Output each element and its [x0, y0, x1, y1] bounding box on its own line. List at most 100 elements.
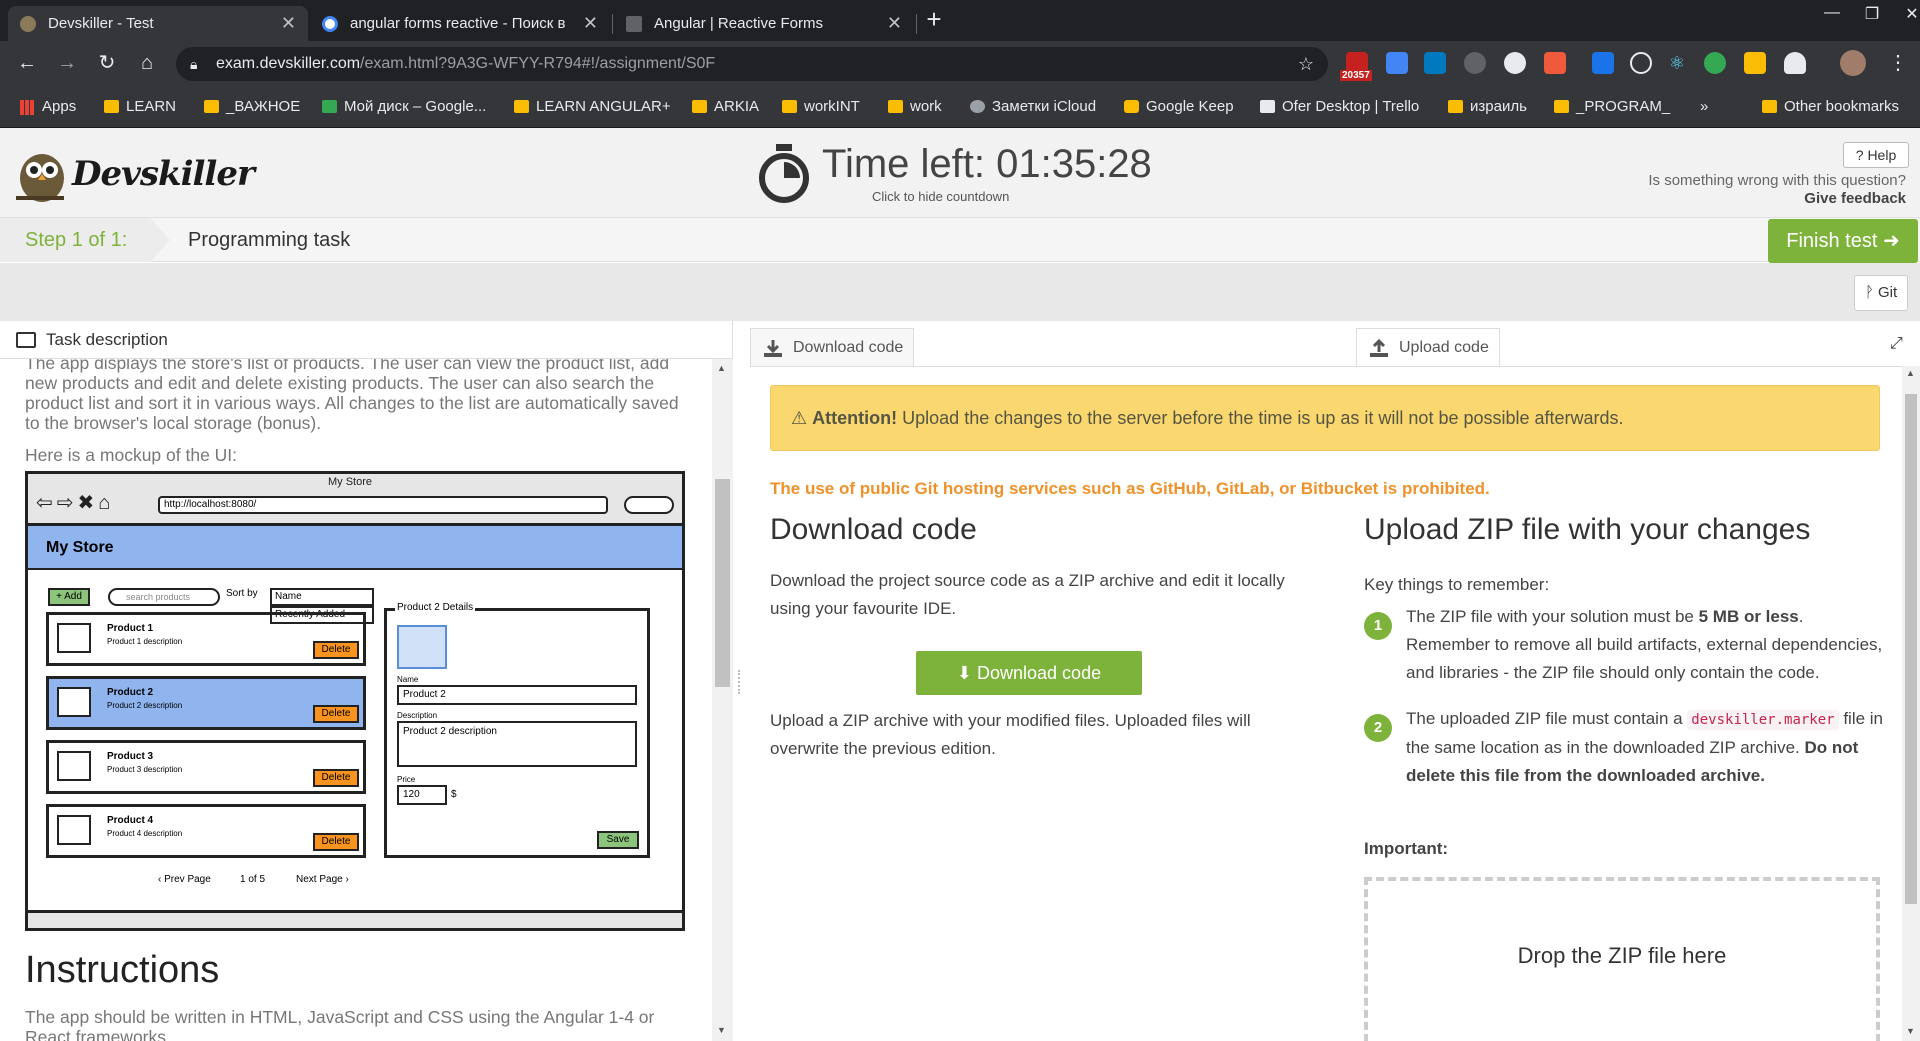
cloud-extension-icon[interactable]: [1784, 52, 1806, 74]
bookmark-label: Мой диск – Google...: [344, 98, 487, 115]
bookmark-google-drive[interactable]: Мой диск – Google...: [318, 86, 486, 128]
bookmark-program[interactable]: _PROGRAM_: [1550, 86, 1670, 128]
bookmark-workint[interactable]: workINT: [778, 86, 860, 128]
more-bookmarks-button[interactable]: »: [1700, 86, 1708, 128]
scroll-up-icon[interactable]: ▲: [1906, 368, 1915, 378]
mockup-name-field: Product 2: [397, 685, 637, 705]
mockup-product-desc: Product 3 description: [107, 765, 183, 774]
tab-separator: [612, 14, 613, 34]
scroll-up-icon[interactable]: ▲: [717, 363, 726, 373]
reload-icon[interactable]: ↻: [92, 51, 122, 75]
bookmark-apps[interactable]: Apps: [16, 86, 76, 128]
bookmark-label: израиль: [1470, 98, 1527, 115]
tab-google-search[interactable]: angular forms reactive - Поиск в ✕: [310, 6, 610, 41]
minimize-icon[interactable]: —: [1812, 4, 1852, 22]
scroll-down-icon[interactable]: ▼: [1906, 1026, 1915, 1036]
devskiller-favicon-icon: [20, 15, 36, 32]
mockup-product-row: Product 4 Product 4 description Delete: [46, 804, 366, 858]
folder-icon: [692, 100, 707, 113]
translate-extension-icon[interactable]: [1386, 52, 1408, 74]
alert-title: Attention!: [812, 408, 898, 428]
office-extension-icon[interactable]: [1544, 52, 1566, 74]
expand-icon[interactable]: ⤢: [1890, 335, 1903, 353]
left-scrollbar[interactable]: ▲ ▼: [712, 359, 733, 1041]
other-bookmarks[interactable]: Other bookmarks: [1758, 86, 1899, 128]
code-panel-content: ⚠ Attention! Upload the changes to the s…: [750, 366, 1902, 1041]
chrome-extension-icon[interactable]: [1704, 52, 1726, 74]
ui-mockup-image: My Store ⇦⇨✖⌂ http://localhost:8080/ My …: [25, 471, 685, 931]
key-things-label: Key things to remember:: [1364, 575, 1550, 594]
step-bar: Step 1 of 1: Programming task Finish tes…: [0, 218, 1920, 263]
countdown-timer[interactable]: Time left: 01:35:28: [822, 142, 1152, 187]
rule-1-size: 5 MB or less: [1698, 607, 1799, 626]
bookmark-label: Google Keep: [1146, 98, 1234, 115]
git-button[interactable]: ᚹ Git: [1854, 275, 1908, 311]
bookmark-learn-angular[interactable]: LEARN ANGULAR+: [510, 86, 671, 128]
google-drive-extension-icon[interactable]: [1744, 52, 1766, 74]
alert-text: Upload the changes to the server before …: [902, 408, 1624, 428]
grammarly-extension-icon[interactable]: [1504, 52, 1526, 74]
tab-download-code[interactable]: Download code: [750, 328, 915, 366]
finish-test-button[interactable]: Finish test ➜: [1768, 219, 1918, 263]
react-devtools-icon[interactable]: ⚛: [1666, 52, 1688, 74]
bookmark-label: _ВАЖНОЕ: [226, 98, 301, 115]
mockup-save-button: Save: [597, 831, 639, 849]
mockup-app-title: My Store: [28, 526, 682, 570]
apps-grid-icon: [20, 100, 35, 115]
close-tab-icon[interactable]: ✕: [281, 13, 296, 34]
back-icon[interactable]: ←: [12, 51, 42, 75]
bookmark-google-keep[interactable]: Google Keep: [1120, 86, 1234, 128]
download-code-button[interactable]: ⬇ Download code: [916, 651, 1142, 695]
help-button[interactable]: ? Help: [1843, 142, 1909, 168]
location-extension-icon[interactable]: [1464, 52, 1486, 74]
right-scrollbar[interactable]: ▲ ▼: [1902, 366, 1920, 1041]
download-icon: ⬇: [956, 663, 977, 683]
instructions-text: The app should be written in HTML, JavaS…: [25, 1007, 655, 1041]
give-feedback-link[interactable]: Give feedback: [1804, 190, 1906, 207]
scroll-down-icon[interactable]: ▼: [717, 1025, 726, 1035]
eyedropper-extension-icon[interactable]: [1592, 52, 1614, 74]
panel-resize-handle[interactable]: [738, 670, 744, 694]
bookmark-trello[interactable]: Ofer Desktop | Trello: [1256, 86, 1419, 128]
restore-icon[interactable]: ❐: [1852, 4, 1892, 24]
folder-icon: [204, 100, 219, 113]
home-icon[interactable]: ⌂: [132, 51, 162, 75]
left-scroll-thumb[interactable]: [715, 479, 730, 687]
zip-dropzone[interactable]: Drop the ZIP file here: [1364, 877, 1880, 1041]
download-heading: Download code: [770, 513, 977, 546]
git-label: Git: [1878, 284, 1898, 301]
bookmark-learn[interactable]: LEARN: [100, 86, 176, 128]
mockup-next-page: Next Page ›: [296, 874, 349, 885]
close-tab-icon[interactable]: ✕: [887, 13, 902, 34]
step-arrow: [150, 218, 170, 262]
mockup-product-name: Product 4: [107, 815, 154, 826]
task-description-panel: Task description The app displays the st…: [0, 321, 733, 1041]
trello-extension-icon[interactable]: [1424, 52, 1446, 74]
close-tab-icon[interactable]: ✕: [583, 13, 598, 34]
bookmark-arkia[interactable]: ARKIA: [688, 86, 759, 128]
bookmark-vazhnoe[interactable]: _ВАЖНОЕ: [200, 86, 300, 128]
bookmark-israel[interactable]: израиль: [1444, 86, 1527, 128]
target-extension-icon[interactable]: [1630, 52, 1652, 74]
bookmark-star-icon[interactable]: ☆: [1298, 47, 1314, 81]
bookmark-label: Ofer Desktop | Trello: [1282, 98, 1420, 115]
profile-avatar[interactable]: [1840, 50, 1866, 76]
tab-title: angular forms reactive - Поиск в: [350, 15, 566, 32]
tab-angular-forms[interactable]: Angular | Reactive Forms ✕: [614, 6, 914, 41]
lock-icon: 🔒︎: [190, 56, 198, 72]
url-bar[interactable]: 🔒︎ exam.devskiller.com/exam.html?9A3G-WF…: [176, 47, 1328, 81]
bookmark-icloud-notes[interactable]: Заметки iCloud: [966, 86, 1096, 128]
forward-icon[interactable]: →: [52, 51, 82, 75]
tab-upload-code[interactable]: Upload code: [1356, 328, 1500, 366]
timer-hint[interactable]: Click to hide countdown: [872, 189, 1009, 204]
tab-devskiller[interactable]: Devskiller - Test ✕: [8, 6, 308, 41]
bookmark-label: Заметки iCloud: [992, 98, 1097, 115]
mockup-add-button: + Add: [48, 588, 90, 606]
mockup-product-name: Product 3: [107, 751, 154, 762]
new-tab-icon[interactable]: +: [914, 4, 954, 35]
right-scroll-thumb[interactable]: [1905, 394, 1917, 904]
close-window-icon[interactable]: ✕: [1892, 4, 1920, 24]
mockup-product-desc: Product 1 description: [107, 637, 183, 646]
browser-menu-icon[interactable]: ⋮: [1888, 50, 1908, 75]
bookmark-work[interactable]: work: [884, 86, 942, 128]
